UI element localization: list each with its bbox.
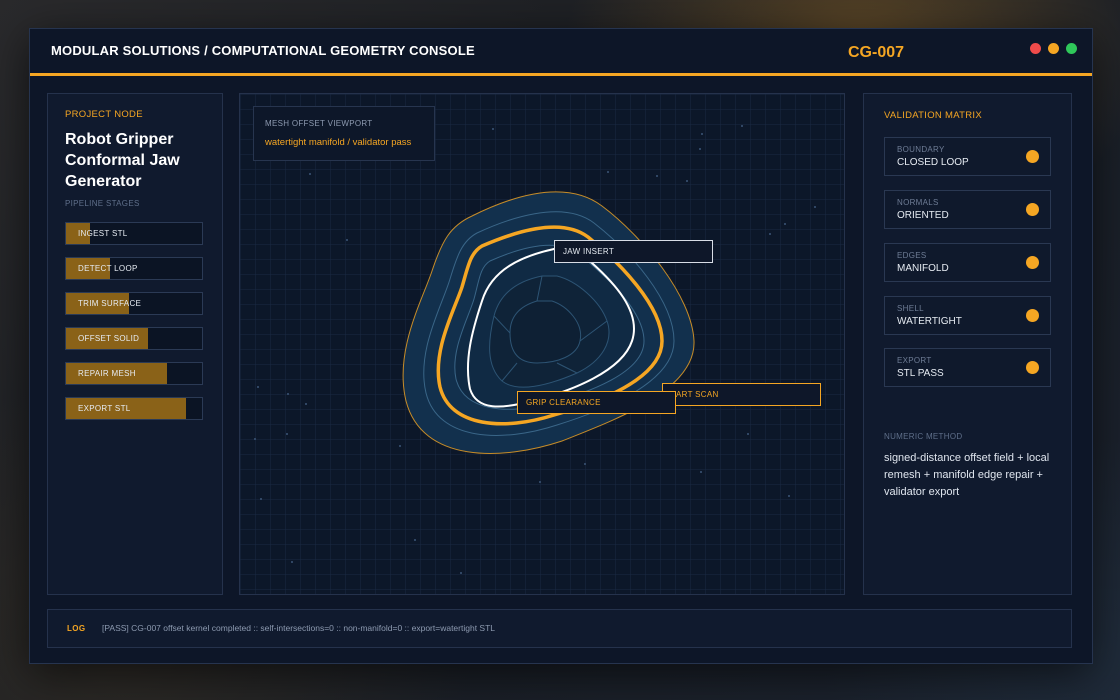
check-value: ORIENTED bbox=[897, 210, 949, 221]
log-text: [PASS] CG-007 offset kernel completed ::… bbox=[102, 623, 496, 633]
pass-status-dot bbox=[1026, 361, 1039, 374]
stage-trim-surface[interactable]: TRIM SURFACE bbox=[65, 292, 203, 315]
particle bbox=[460, 572, 462, 574]
callout-grip-clearance[interactable]: GRIP CLEARANCE bbox=[517, 391, 676, 414]
stage-repair-mesh[interactable]: REPAIR MESH bbox=[65, 362, 203, 385]
particle bbox=[656, 175, 658, 177]
pipeline-stages-label: PIPELINE STAGES bbox=[65, 199, 140, 208]
check-value: CLOSED LOOP bbox=[897, 157, 969, 168]
particle bbox=[788, 495, 790, 497]
particle bbox=[607, 171, 609, 173]
console-id: CG-007 bbox=[848, 44, 905, 61]
stage-export-stl[interactable]: EXPORT STL bbox=[65, 397, 203, 420]
stage-ingest-stl[interactable]: INGEST STL bbox=[65, 222, 203, 245]
particle bbox=[414, 539, 416, 541]
check-key: SHELL bbox=[897, 304, 924, 313]
mesh-viewport[interactable]: MESH OFFSET VIEWPORT watertight manifold… bbox=[239, 93, 845, 595]
check-key: BOUNDARY bbox=[897, 145, 945, 154]
stage-label: TRIM SURFACE bbox=[78, 299, 142, 308]
particle bbox=[260, 498, 262, 500]
title-bar: MODULAR SOLUTIONS / COMPUTATIONAL GEOMET… bbox=[30, 29, 1092, 76]
particle bbox=[254, 438, 256, 440]
callout-label: JAW INSERT bbox=[563, 247, 615, 256]
project-panel: PROJECT NODE Robot Gripper Conformal Jaw… bbox=[47, 93, 223, 595]
pass-status-dot bbox=[1026, 150, 1039, 163]
particle bbox=[699, 148, 701, 150]
callout-label: GRIP CLEARANCE bbox=[526, 398, 601, 407]
stage-label: INGEST STL bbox=[78, 229, 128, 238]
pass-status-dot bbox=[1026, 256, 1039, 269]
particle bbox=[747, 433, 749, 435]
particle bbox=[346, 239, 348, 241]
particle bbox=[287, 393, 289, 395]
particle bbox=[700, 471, 702, 473]
callout-part-scan[interactable]: PART SCAN bbox=[662, 383, 821, 406]
viewport-title: MESH OFFSET VIEWPORT bbox=[265, 119, 373, 128]
check-key: EDGES bbox=[897, 251, 927, 260]
pass-status-dot bbox=[1026, 203, 1039, 216]
callout-jaw-insert[interactable]: JAW INSERT bbox=[554, 240, 713, 263]
particle bbox=[686, 180, 688, 182]
particle bbox=[814, 206, 816, 208]
validation-matrix-label: VALIDATION MATRIX bbox=[884, 110, 982, 121]
particle bbox=[701, 133, 703, 135]
check-export[interactable]: EXPORT STL PASS bbox=[884, 348, 1051, 387]
stage-offset-solid[interactable]: OFFSET SOLID bbox=[65, 327, 203, 350]
particle bbox=[741, 125, 743, 127]
particle bbox=[769, 233, 771, 235]
project-name: Robot Gripper Conformal Jaw Generator bbox=[65, 131, 180, 190]
particle bbox=[399, 445, 401, 447]
callout-label: PART SCAN bbox=[671, 390, 719, 399]
particle bbox=[584, 463, 586, 465]
check-normals[interactable]: NORMALS ORIENTED bbox=[884, 190, 1051, 229]
close-dot[interactable] bbox=[1030, 43, 1041, 54]
check-value: MANIFOLD bbox=[897, 263, 949, 274]
numeric-method-text: signed-distance offset field + local rem… bbox=[884, 452, 1050, 498]
log-label: LOG bbox=[67, 624, 86, 633]
console-window: MODULAR SOLUTIONS / COMPUTATIONAL GEOMET… bbox=[29, 28, 1093, 664]
particle bbox=[286, 433, 288, 435]
stage-label: EXPORT STL bbox=[78, 404, 131, 413]
viewport-canvas bbox=[240, 94, 844, 594]
stage-label: REPAIR MESH bbox=[78, 369, 136, 378]
particle bbox=[291, 561, 293, 563]
check-value: STL PASS bbox=[897, 368, 944, 379]
particle bbox=[305, 403, 307, 405]
particle bbox=[309, 173, 311, 175]
check-edges[interactable]: EDGES MANIFOLD bbox=[884, 243, 1051, 282]
minimize-dot[interactable] bbox=[1048, 43, 1059, 54]
particle bbox=[784, 223, 786, 225]
log-panel: LOG [PASS] CG-007 offset kernel complete… bbox=[47, 609, 1072, 648]
check-value: WATERTIGHT bbox=[897, 316, 962, 327]
particle bbox=[257, 386, 259, 388]
maximize-dot[interactable] bbox=[1066, 43, 1077, 54]
numeric-method-label: NUMERIC METHOD bbox=[884, 432, 963, 441]
app-title: MODULAR SOLUTIONS / COMPUTATIONAL GEOMET… bbox=[51, 43, 475, 58]
stage-detect-loop[interactable]: DETECT LOOP bbox=[65, 257, 203, 280]
particle bbox=[492, 128, 494, 130]
validation-panel: VALIDATION MATRIX BOUNDARY CLOSED LOOP N… bbox=[863, 93, 1072, 595]
stage-label: DETECT LOOP bbox=[78, 264, 138, 273]
check-shell[interactable]: SHELL WATERTIGHT bbox=[884, 296, 1051, 335]
particle bbox=[539, 481, 541, 483]
viewport-header: MESH OFFSET VIEWPORT watertight manifold… bbox=[253, 106, 435, 161]
check-key: NORMALS bbox=[897, 198, 939, 207]
viewport-subtitle: watertight manifold / validator pass bbox=[265, 137, 412, 148]
pass-status-dot bbox=[1026, 309, 1039, 322]
check-boundary[interactable]: BOUNDARY CLOSED LOOP bbox=[884, 137, 1051, 176]
stage-label: OFFSET SOLID bbox=[78, 334, 140, 343]
project-node-label: PROJECT NODE bbox=[65, 109, 143, 120]
check-key: EXPORT bbox=[897, 356, 932, 365]
